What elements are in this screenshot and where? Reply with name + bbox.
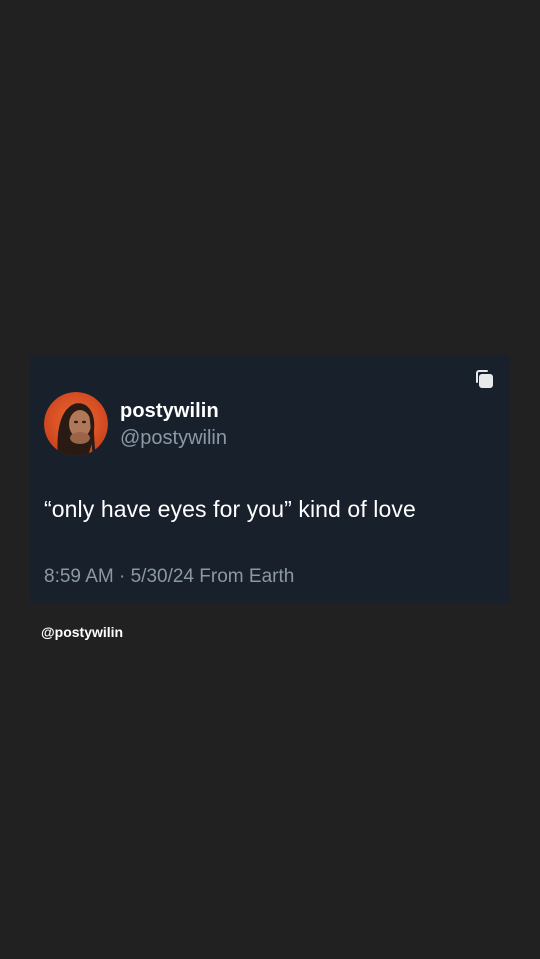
post-location: From Earth <box>199 566 295 587</box>
avatar[interactable] <box>44 392 108 456</box>
post-text: “only have eyes for you” kind of love <box>44 496 416 522</box>
watermark-handle: @postywilin <box>41 624 124 640</box>
post-time: 8:59 AM <box>44 566 114 587</box>
post-meta: 8:59 AM · 5/30/24 From Earth <box>44 566 294 588</box>
user-handle[interactable]: @postywilin <box>120 427 227 450</box>
page: postywilin @postywilin “only have eyes f… <box>0 0 540 959</box>
copy-icon[interactable] <box>474 369 494 389</box>
post-card: postywilin @postywilin “only have eyes f… <box>30 355 510 603</box>
post-date: 5/30/24 <box>130 566 195 587</box>
display-name[interactable]: postywilin <box>120 400 219 423</box>
